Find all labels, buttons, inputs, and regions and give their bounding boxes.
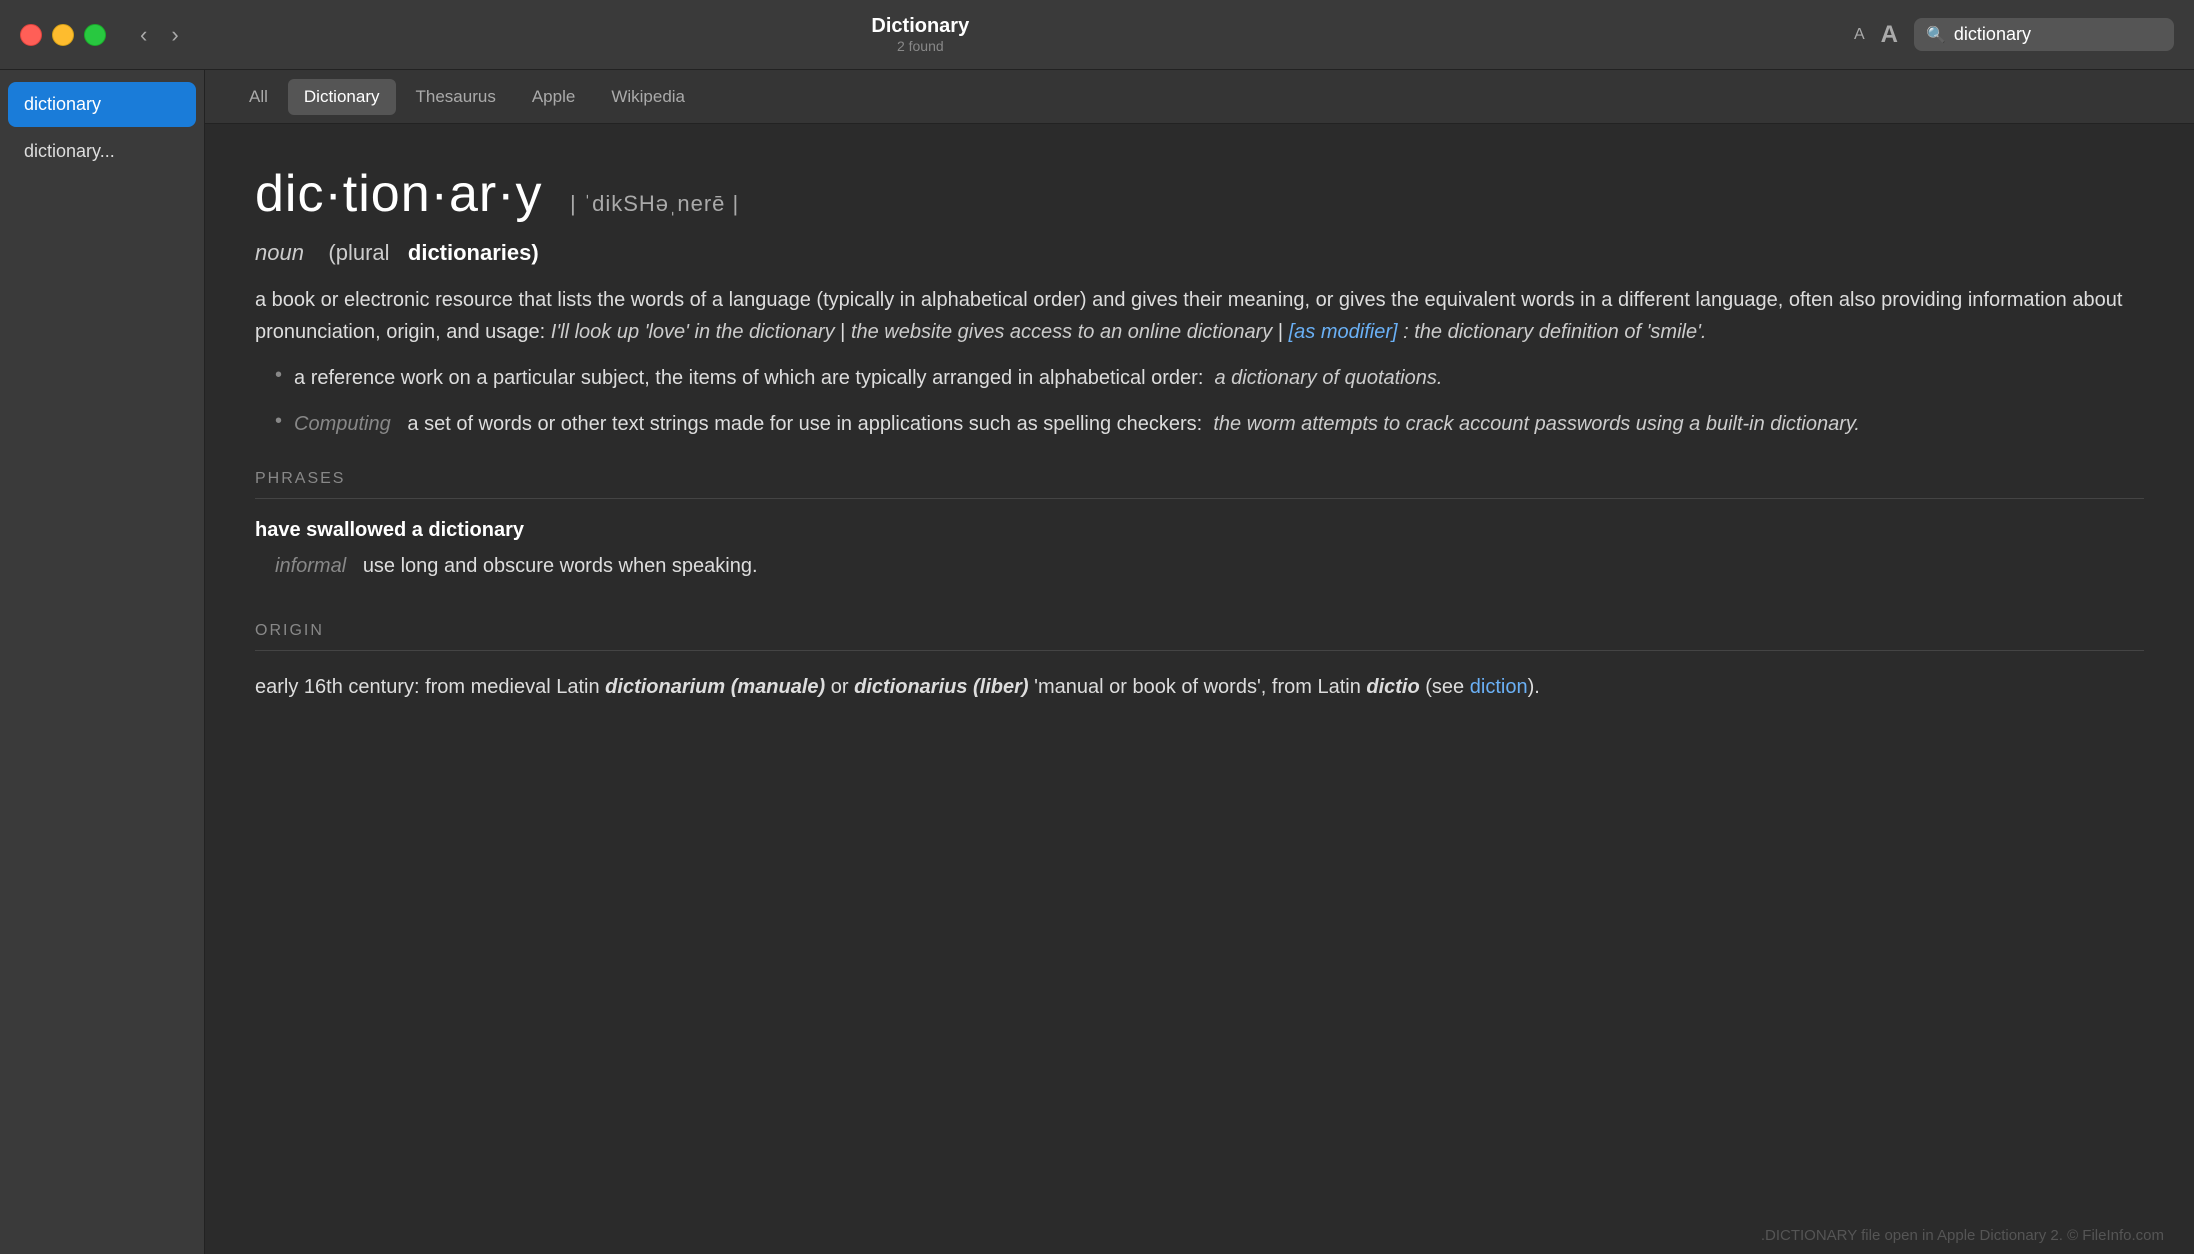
title-center: Dictionary 2 found (3, 15, 1838, 54)
sub-def-text-2: Computing a set of words or other text s… (294, 408, 1860, 440)
sub-example-1: a dictionary of quotations. (1209, 367, 1443, 389)
diction-link[interactable]: diction (1470, 676, 1528, 698)
plural-label: (plural (328, 240, 389, 265)
font-decrease-button[interactable]: A (1854, 26, 1865, 44)
font-controls: A A (1854, 21, 1898, 49)
tab-apple[interactable]: Apple (516, 79, 591, 115)
phrases-header: PHRASES (255, 470, 2144, 488)
sub-def-text-1: a reference work on a particular subject… (294, 362, 1442, 394)
origin-text: early 16th century: from medieval Latin … (255, 671, 2144, 703)
pronunciation: | ˈdikSHəˌnerē | (570, 191, 739, 216)
example2: the website gives access to an online di… (851, 321, 1278, 343)
search-icon: 🔍 (1926, 25, 1946, 45)
font-increase-button[interactable]: A (1881, 21, 1898, 49)
search-input[interactable] (1954, 24, 2186, 45)
dictio: dictio (1366, 676, 1419, 698)
example1: I'll look up 'love' in the dictionary (551, 321, 840, 343)
sub-example-2: the worm attempts to crack account passw… (1208, 413, 1860, 435)
tab-wikipedia[interactable]: Wikipedia (595, 79, 701, 115)
origin-divider (255, 650, 2144, 651)
bullet-icon: • (275, 364, 282, 387)
origin-header: ORIGIN (255, 622, 2144, 640)
footer: .DICTIONARY file open in Apple Dictionar… (205, 1217, 2194, 1254)
plural-word: dictionaries) (408, 240, 539, 265)
sidebar-item-dictionary[interactable]: dictionary (8, 82, 196, 127)
window-title: Dictionary (871, 15, 969, 38)
phrase-definition: informal use long and obscure words when… (255, 550, 2144, 582)
phrases-divider (255, 498, 2144, 499)
phrase-title: have swallowed a dictionary (255, 519, 2144, 542)
tab-all[interactable]: All (233, 79, 284, 115)
modifier-example: : the dictionary definition of 'smile'. (1403, 321, 1706, 343)
bullet-icon-2: • (275, 410, 282, 433)
sub-definition-2: • Computing a set of words or other text… (255, 408, 2144, 440)
latin1: dictionarium (manuale) (605, 676, 825, 698)
tab-dictionary[interactable]: Dictionary (288, 79, 396, 115)
dict-content: dic·tion·ar·y | ˈdikSHəˌnerē | noun (plu… (205, 124, 2194, 1217)
main-definition: a book or electronic resource that lists… (255, 284, 2144, 348)
search-bar: 🔍 × (1914, 18, 2174, 51)
titlebar: ‹ › Dictionary 2 found A A 🔍 × (0, 0, 2194, 70)
content-area: All Dictionary Thesaurus Apple Wikipedia… (205, 70, 2194, 1254)
sub-definition-1: • a reference work on a particular subje… (255, 362, 2144, 394)
sidebar: dictionary dictionary... (0, 70, 205, 1254)
tab-thesaurus[interactable]: Thesaurus (400, 79, 512, 115)
main-layout: dictionary dictionary... All Dictionary … (0, 70, 2194, 1254)
window-subtitle: 2 found (897, 38, 944, 54)
modifier-label: [as modifier] (1289, 321, 1404, 343)
pos-line: noun (plural dictionaries) (255, 240, 2144, 266)
latin2: dictionarius (liber) (854, 676, 1028, 698)
informal-register: informal (275, 555, 346, 577)
word-heading: dic·tion·ar·y | ˈdikSHəˌnerē | (255, 164, 2144, 224)
tab-bar: All Dictionary Thesaurus Apple Wikipedia (205, 70, 2194, 124)
word-title: dic·tion·ar·y | ˈdikSHəˌnerē | (255, 165, 739, 223)
pos: noun (255, 240, 304, 265)
computing-domain: Computing (294, 413, 391, 435)
sidebar-item-dictionary-ellipsis[interactable]: dictionary... (8, 129, 196, 174)
